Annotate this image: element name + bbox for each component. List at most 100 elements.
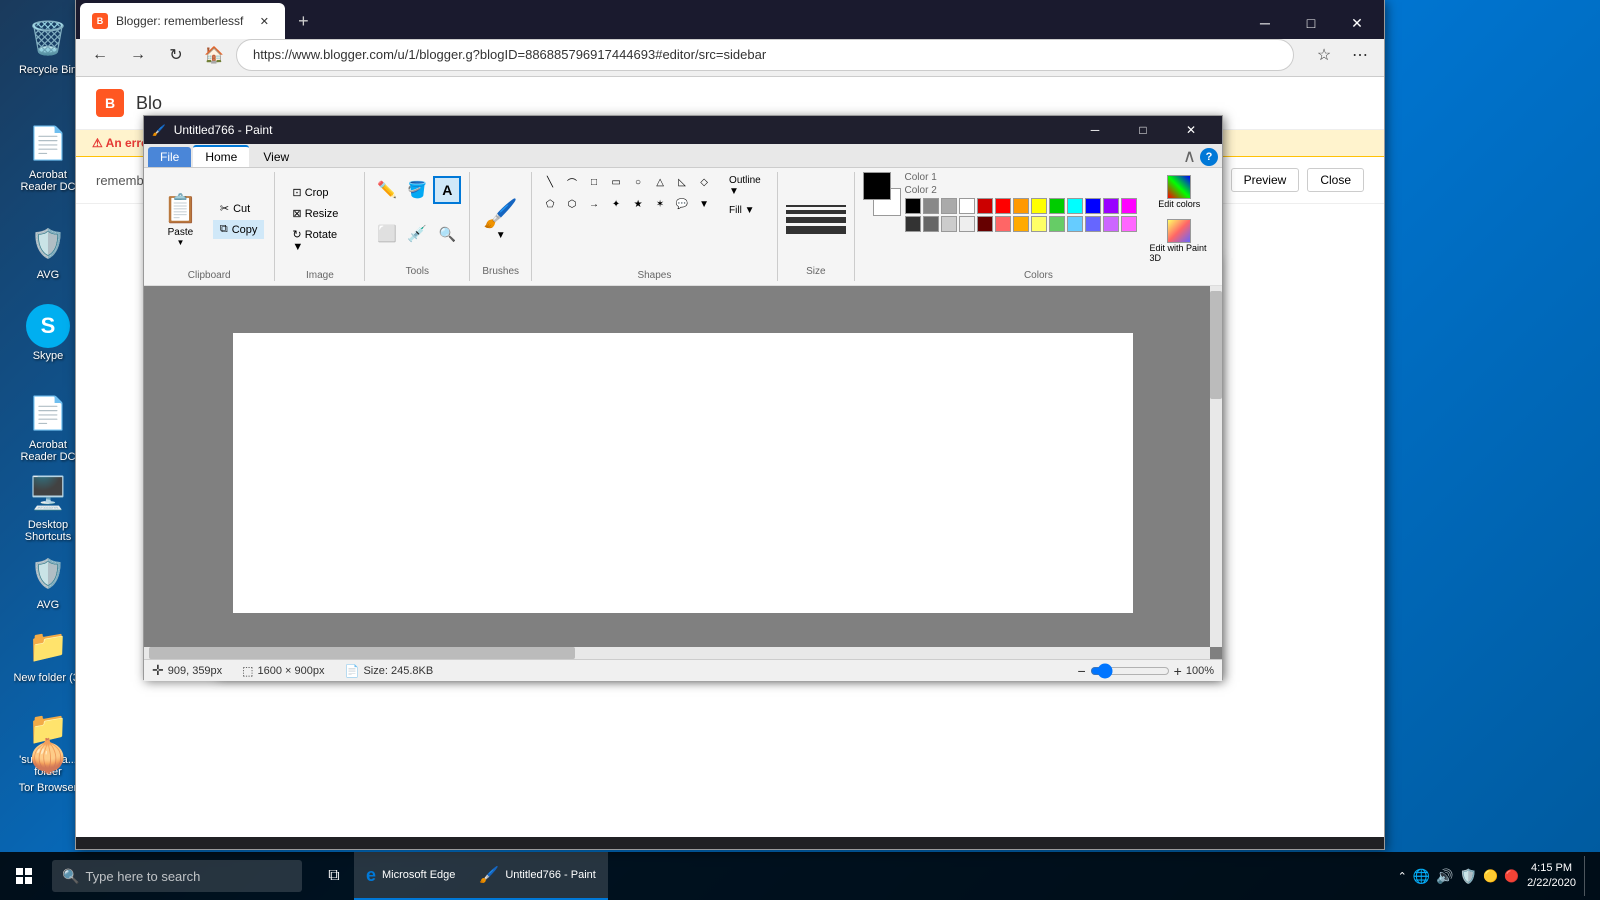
zoom-in-btn[interactable]: +: [1174, 663, 1182, 679]
paint-canvas[interactable]: [233, 333, 1133, 613]
colorpick-btn[interactable]: 💉: [403, 220, 431, 248]
paint-vscroll-thumb[interactable]: [1210, 291, 1222, 399]
swatch-lightgray[interactable]: [941, 216, 957, 232]
close-button-blogger[interactable]: Close: [1307, 168, 1364, 192]
zoom-out-btn[interactable]: −: [1077, 663, 1085, 679]
zoom-btn[interactable]: 🔍: [433, 220, 461, 248]
outline-btn[interactable]: Outline ▼: [722, 172, 769, 200]
swatch-green[interactable]: [1049, 198, 1065, 214]
shape-rect[interactable]: □: [584, 172, 604, 192]
size-4[interactable]: [786, 226, 846, 234]
swatch-nearwhite[interactable]: [959, 216, 975, 232]
paint-hscroll-thumb[interactable]: [149, 647, 575, 659]
swatch-maroon[interactable]: [977, 216, 993, 232]
eraser-btn[interactable]: ⬜: [373, 220, 401, 248]
swatch-magenta[interactable]: [1121, 198, 1137, 214]
shape-tri[interactable]: △: [650, 172, 670, 192]
swatch-darkred[interactable]: [977, 198, 993, 214]
shape-star5[interactable]: ★: [628, 194, 648, 214]
new-tab-button[interactable]: +: [285, 3, 321, 39]
brushes-btn[interactable]: 🖌️ ▼: [483, 197, 518, 241]
swatch-lightblue[interactable]: [1067, 216, 1083, 232]
cut-btn[interactable]: ✂ Cut: [213, 199, 265, 218]
favorites-button-bg[interactable]: ☆: [1308, 39, 1340, 71]
ribbon-collapse-btn[interactable]: ∧: [1183, 146, 1196, 167]
swatch-gray2[interactable]: [941, 198, 957, 214]
swatch-darkgray[interactable]: [905, 216, 921, 232]
home-button-bg[interactable]: 🏠: [198, 39, 230, 71]
shape-star6[interactable]: ✶: [650, 194, 670, 214]
tray-network-icon[interactable]: 🌐: [1413, 868, 1430, 885]
url-bar-bg[interactable]: https://www.blogger.com/u/1/blogger.g?bl…: [236, 39, 1294, 71]
swatch-orange[interactable]: [1013, 198, 1029, 214]
help-btn[interactable]: ?: [1200, 148, 1218, 166]
size-2[interactable]: [786, 210, 846, 214]
shape-more[interactable]: ▼: [694, 194, 714, 214]
edit-colors-btn[interactable]: Edit colors: [1145, 172, 1214, 212]
file-tab[interactable]: File: [148, 147, 191, 167]
swatch-yellow[interactable]: [1031, 198, 1047, 214]
shape-right-tri[interactable]: ◺: [672, 172, 692, 192]
swatch-pink[interactable]: [995, 216, 1011, 232]
size-3[interactable]: [786, 217, 846, 223]
tray-arrow[interactable]: ⌃: [1398, 870, 1407, 883]
copy-btn[interactable]: ⧉ Copy: [213, 220, 265, 239]
tray-volume-icon[interactable]: 🔊: [1436, 868, 1453, 885]
close-button-browser-bg[interactable]: ✕: [1334, 7, 1380, 39]
text-btn[interactable]: A: [433, 176, 461, 204]
reload-button-bg[interactable]: ↻: [160, 39, 192, 71]
swatch-black[interactable]: [905, 198, 921, 214]
shape-arrow[interactable]: →: [584, 194, 604, 214]
preview-button[interactable]: Preview: [1231, 168, 1300, 192]
shape-hexa[interactable]: ⬡: [562, 194, 582, 214]
fill-shapes-btn[interactable]: Fill ▼: [722, 202, 769, 219]
swatch-midgray[interactable]: [923, 216, 939, 232]
start-button[interactable]: [0, 852, 48, 900]
taskbar-clock[interactable]: 4:15 PM 2/22/2020: [1527, 861, 1576, 892]
shape-curve[interactable]: ⌒: [562, 172, 582, 192]
edit-paint3d-btn[interactable]: Edit with Paint 3D: [1145, 216, 1214, 266]
blogger-tab-close[interactable]: ✕: [255, 12, 273, 30]
swatch-lightmagenta[interactable]: [1121, 216, 1137, 232]
minimize-button-browser-bg[interactable]: ─: [1242, 7, 1288, 39]
paint-minimize-btn[interactable]: ─: [1072, 114, 1118, 146]
paste-btn[interactable]: 📋 Paste ▼: [152, 172, 209, 266]
size-1[interactable]: [786, 205, 846, 207]
swatch-gray1[interactable]: [923, 198, 939, 214]
more-button-bg[interactable]: ⋯: [1344, 39, 1376, 71]
swatch-red[interactable]: [995, 198, 1011, 214]
swatch-purple[interactable]: [1103, 198, 1119, 214]
shape-penta[interactable]: ⬠: [540, 194, 560, 214]
swatch-cyan[interactable]: [1067, 198, 1083, 214]
shape-rounded-rect[interactable]: ▭: [606, 172, 626, 192]
resize-btn[interactable]: ⊠ Resize: [283, 204, 356, 223]
swatch-blue[interactable]: [1085, 198, 1101, 214]
home-tab[interactable]: Home: [193, 145, 249, 167]
swatch-violet[interactable]: [1103, 216, 1119, 232]
pencil-btn[interactable]: ✏️: [373, 176, 401, 204]
shape-callout[interactable]: 💬: [672, 194, 692, 214]
color1-swatch[interactable]: [863, 172, 891, 200]
taskbar-search-box[interactable]: 🔍: [52, 860, 302, 892]
swatch-white[interactable]: [959, 198, 975, 214]
task-view-btn[interactable]: ⧉: [314, 856, 354, 896]
taskbar-app-paint[interactable]: 🖌️ Untitled766 - Paint: [467, 852, 607, 900]
shape-line[interactable]: ╲: [540, 172, 560, 192]
swatch-lightyellow[interactable]: [1031, 216, 1047, 232]
paint-maximize-btn[interactable]: □: [1120, 114, 1166, 146]
desktop-btn[interactable]: [1584, 856, 1592, 896]
paint-vscrollbar[interactable]: [1210, 286, 1222, 647]
back-button-bg[interactable]: ←: [84, 39, 116, 71]
crop-btn[interactable]: ⊡ Crop: [283, 183, 356, 202]
maximize-button-browser-bg[interactable]: □: [1288, 7, 1334, 39]
shape-star4[interactable]: ✦: [606, 194, 626, 214]
fill-btn[interactable]: 🪣: [403, 176, 431, 204]
forward-button-bg[interactable]: →: [122, 39, 154, 71]
swatch-lightgreen[interactable]: [1049, 216, 1065, 232]
taskbar-app-edge[interactable]: e Microsoft Edge: [354, 852, 467, 900]
size-selector[interactable]: [786, 205, 846, 234]
swatch-indigo[interactable]: [1085, 216, 1101, 232]
shape-diamond[interactable]: ◇: [694, 172, 714, 192]
rotate-btn[interactable]: ↻ Rotate ▼: [283, 225, 356, 256]
zoom-slider[interactable]: [1090, 663, 1170, 679]
